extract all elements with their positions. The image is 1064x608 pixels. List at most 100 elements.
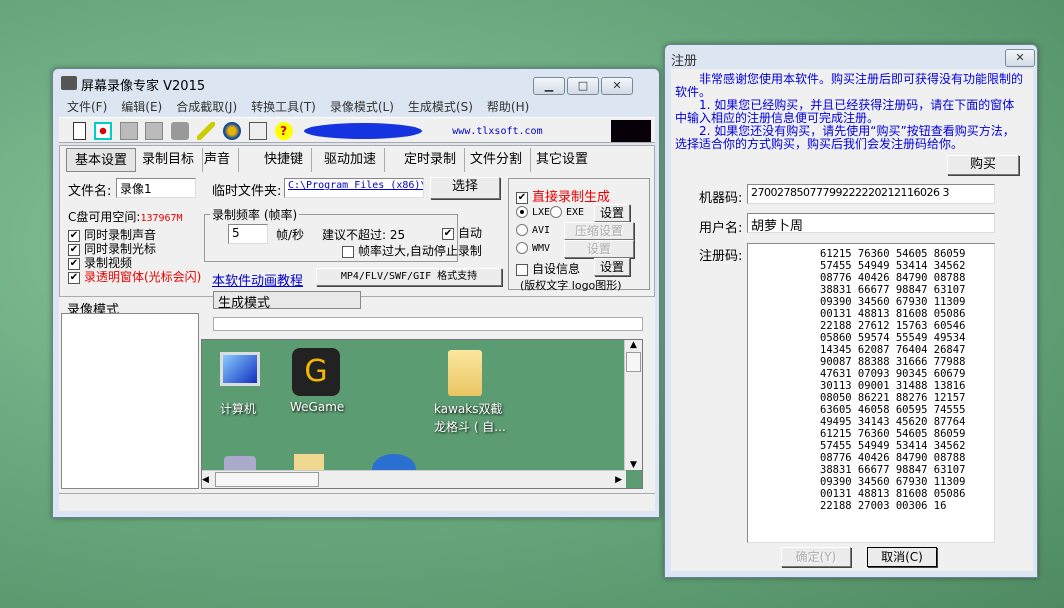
status-bar [59,493,655,511]
radio-avi[interactable]: AVI [516,224,550,236]
check-sound[interactable]: ✔ 同时录制声音 [68,228,201,242]
vertical-scrollbar[interactable]: ▲ ▼ [624,340,642,470]
auto-checkbox[interactable]: ✔ 自动 [442,224,482,241]
reg-code-line: 00131 48813 81608 05086 [820,308,966,320]
settings-panel: 基本设置 录制目标 声音 快捷键 驱动加速 定时录制 文件分割 其它设置 文件名… [59,145,655,297]
radio-wmv[interactable]: WMV [516,242,550,254]
lxe-settings-button[interactable]: 设置 [594,204,630,222]
folder-icon[interactable] [448,350,482,396]
custom-info-checkbox[interactable]: 自设信息 [516,260,580,277]
tutorial-link[interactable]: 本软件动画教程 [212,270,303,289]
tab-other[interactable]: 其它设置 [528,148,596,172]
reg-code-line: 05860 59574 55549 49534 [820,332,966,344]
menu-record-mode[interactable]: 录像模式(L) [330,100,394,114]
username-input[interactable]: 胡萝卜周 [747,213,995,233]
compress-settings-button[interactable]: 压缩设置 [564,222,634,240]
pause-icon[interactable] [119,122,138,140]
reg-code-line: 61215 76360 54605 86059 [820,248,966,260]
reg-code-textarea[interactable]: 61215 76360 54605 86059 57455 54949 53414… [747,243,995,543]
menu-compose[interactable]: 合成截取(J) [176,100,237,114]
reg-code-line: 38831 66677 98847 63107 [820,464,966,476]
menu-generate-mode[interactable]: 生成模式(S) [408,100,473,114]
radio-lxe[interactable]: LXE [516,206,550,218]
maximize-button[interactable]: □ [567,77,599,95]
lower-area: 录像模式 生成模式 计算机 G WeGame kawaks双截 龙格斗 ( 自..… [59,291,655,511]
custom-info-settings-button[interactable]: 设置 [594,258,630,276]
minimize-button[interactable]: ▁ [533,77,565,95]
tab-timer[interactable]: 定时录制 [396,148,466,172]
cancel-button[interactable]: 取消(C) [867,547,937,567]
buy-button[interactable]: 购买 [947,155,1019,175]
username-label: 用户名: [699,221,743,236]
generate-mode-header[interactable]: 生成模式 [213,291,361,311]
reg-code-line: 57455 54949 53414 34562 [820,260,966,272]
preview-area: 计算机 G WeGame kawaks双截 龙格斗 ( 自... ▲ ▼ ◀ ▶ [201,339,643,489]
fps-input[interactable]: 5 [228,224,268,244]
tab-split[interactable]: 文件分割 [462,148,532,172]
new-icon[interactable] [73,122,86,140]
horizontal-scrollbar[interactable]: ◀ ▶ [202,470,626,488]
auto-stop-checkbox[interactable]: 帧率过大,自动停止录制 [342,242,482,259]
pen-icon[interactable] [197,122,216,140]
reg-code-line: 63605 46058 60595 74555 [820,404,966,416]
tab-sound[interactable]: 声音 [196,148,240,172]
toolbar: ? www.tlxsoft.com [59,117,655,143]
menu-bar: 文件(F) 编辑(E) 合成截取(J) 转换工具(T) 录像模式(L) 生成模式(S) 帮助… [59,97,655,117]
redacted-scribble [304,123,423,139]
wmv-settings-button[interactable]: 设置 [564,240,634,258]
stop-icon[interactable] [145,122,164,140]
check-video[interactable]: ✔ 录制视频 [68,256,201,270]
disk-label: C盘可用空间: [68,210,141,224]
tempdir-input[interactable]: C:\Program Files (x86)\ [284,178,424,198]
tempdir-label: 临时文件夹: [212,184,282,199]
reg-code-line: 47631 07093 90345 60679 [820,368,966,380]
record-mode-list [61,313,199,489]
computer-icon[interactable] [220,352,260,386]
tab-hotkey[interactable]: 快捷键 [256,148,313,172]
radio-exe[interactable]: EXE [550,206,584,218]
menu-convert[interactable]: 转换工具(T) [251,100,316,114]
help-icon[interactable]: ? [274,122,293,140]
direct-checkbox[interactable]: ✔ 直接录制生成 [516,186,610,205]
disk-space: C盘可用空间:137967M [68,208,183,225]
fps-group-label: 录制频率 (帧率) [210,206,300,223]
color-preview [611,120,651,142]
ok-button[interactable]: 确定(Y) [781,547,851,567]
menu-edit[interactable]: 编辑(E) [121,100,162,114]
dialog-close-button[interactable]: ✕ [1005,49,1035,67]
globe-icon[interactable] [222,122,241,140]
camera-icon[interactable] [171,122,190,140]
app-icon [61,76,77,90]
check-transparent[interactable]: ✔ 录透明窗体(光标会闪) [68,270,201,284]
filename-input[interactable]: 录像1 [116,178,196,198]
tab-target[interactable]: 录制目标 [134,148,204,172]
website-link[interactable]: www.tlxsoft.com [452,126,542,137]
tab-basic[interactable]: 基本设置 [66,148,137,172]
check-cursor[interactable]: ✔ 同时录制光标 [68,242,201,256]
machine-code-input[interactable]: 27002785077799222220212116026 3 [747,184,995,204]
window-title: 屏幕录像专家 V2015 [81,79,206,94]
formats-button[interactable]: MP4/FLV/SWF/GIF 格式支持 [316,268,502,286]
register-icon[interactable] [248,122,267,140]
wegame-icon[interactable]: G [292,348,340,396]
timeline-slider[interactable] [213,317,643,331]
record-icon[interactable] [93,122,112,140]
menu-help[interactable]: 帮助(H) [487,100,529,114]
tab-strip: 基本设置 录制目标 声音 快捷键 驱动加速 定时录制 文件分割 其它设置 [66,148,646,172]
dialog-title: 注册 [671,54,698,69]
fps-unit: 帧/秒 [276,228,305,242]
reg-code-line: 08050 86221 88276 12157 [820,392,966,404]
dialog-body: 非常感谢您使用本软件。购买注册后即可获得没有功能限制的软件。 1. 如果您已经购… [671,69,1033,571]
reg-code-line: 14345 62087 76404 26847 [820,344,966,356]
custom-info-note: (版权文字 logo图形) [520,279,622,292]
machine-code-label: 机器码: [699,191,743,206]
reg-code-line: 00131 48813 81608 05086 [820,488,966,500]
tab-driver[interactable]: 驱动加速 [316,148,386,172]
reg-code-line: 30113 09001 31488 13816 [820,380,966,392]
filename-label: 文件名: [68,184,112,199]
menu-file[interactable]: 文件(F) [67,100,107,114]
choose-folder-button[interactable]: 选择 [430,177,500,199]
reg-code-line: 57455 54949 53414 34562 [820,440,966,452]
reg-code-line: 08776 40426 84790 08788 [820,272,966,284]
close-button[interactable]: ✕ [601,77,633,95]
